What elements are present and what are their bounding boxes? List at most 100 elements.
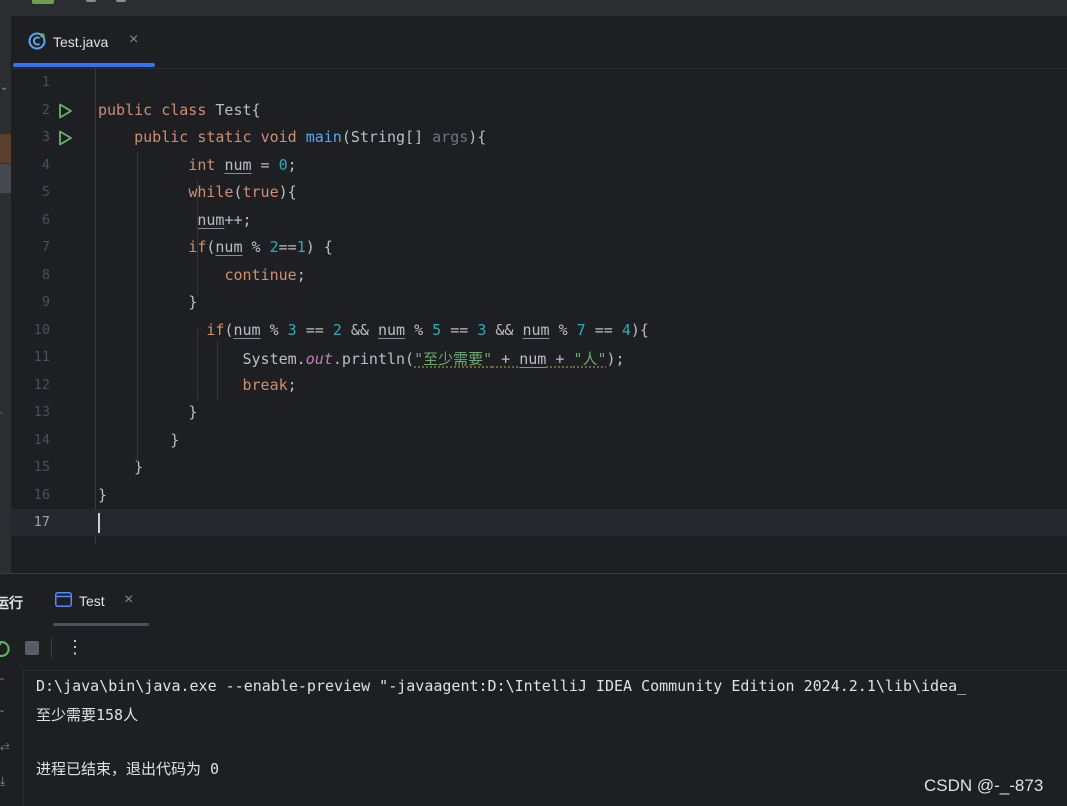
code-line[interactable]: 12 break; (11, 372, 1067, 399)
chevron-icon[interactable]: ⌄ (0, 82, 8, 93)
number: 4 (621, 320, 631, 339)
run-panel-title: 运行 (0, 595, 23, 611)
code-token: ( (233, 183, 243, 201)
code-token: = (251, 155, 279, 174)
code-line[interactable]: 3 public static void main(String[] args)… (11, 124, 1067, 151)
text-caret[interactable] (98, 513, 100, 533)
variable: num (197, 210, 225, 229)
code-text: } (98, 486, 107, 504)
tool-window-marker[interactable] (0, 164, 11, 193)
code-line[interactable]: 4 int num = 0; (11, 152, 1067, 179)
scroll-down-icon[interactable]: ˇ (0, 708, 4, 722)
code-text: } (98, 403, 197, 421)
code-line[interactable]: 8 continue; (11, 262, 1067, 289)
code-text: num++; (98, 210, 252, 229)
static-field: out (305, 350, 333, 368)
indent-guide (217, 341, 218, 399)
number: 0 (278, 155, 288, 174)
code-line[interactable]: 2 public class Test{ (11, 97, 1067, 124)
class-name: Test (215, 100, 252, 119)
code-token: == (585, 320, 622, 339)
code-editor[interactable]: 1 2 public class Test{ 3 public static void… (11, 69, 1067, 573)
console-output[interactable]: D:\java\bin\java.exe --enable-preview "-… (36, 670, 1067, 806)
tab-run-test[interactable]: Test × (40, 574, 150, 626)
code-line[interactable]: 16} (11, 482, 1067, 509)
keyword: static (197, 128, 252, 146)
code-token: } (98, 485, 108, 504)
run-tool-window: 运行 Test × ⋮ ˆ ˇ ⥄ ⤓ D:\java\bin\java.exe… (0, 573, 1067, 806)
soft-wrap-icon[interactable]: ⥄ (0, 738, 10, 753)
scroll-up-icon[interactable]: ˆ (0, 676, 4, 690)
run-gutter-icon[interactable] (57, 103, 73, 119)
code-token: ); (606, 350, 625, 368)
project-icon[interactable] (32, 0, 54, 4)
more-options-icon[interactable]: ⋮ (66, 637, 84, 658)
number: 3 (287, 320, 297, 339)
string-literal: "至少需要" (414, 350, 493, 368)
code-text: public class Test{ (98, 101, 261, 119)
code-line[interactable]: 17 (11, 509, 1067, 536)
stop-icon[interactable] (25, 641, 39, 655)
tool-glyph-icon[interactable]: ˋ (0, 412, 3, 423)
code-line[interactable]: 9 } (11, 289, 1067, 316)
variable: num (233, 320, 261, 339)
line-number: 4 (41, 156, 50, 173)
code-text: System.out.println("至少需要" + num + "人"); (98, 348, 625, 369)
tab-filename: Test.java (53, 34, 109, 50)
editor-tab-bar: Test.java × (11, 16, 1067, 69)
code-token: == (278, 238, 297, 256)
code-line[interactable]: 1 (11, 69, 1067, 96)
code-line[interactable]: 13 } (11, 399, 1067, 426)
number: 1 (296, 238, 306, 256)
code-text (98, 513, 100, 533)
console-line: 至少需要158人 (36, 706, 139, 724)
line-number: 3 (41, 129, 50, 145)
code-token: == (441, 320, 478, 339)
indent-guide (197, 179, 198, 297)
line-number: 11 (33, 349, 50, 365)
line-number: 6 (41, 211, 50, 228)
code-token: % (549, 320, 577, 339)
code-token: ){ (468, 128, 487, 146)
code-token: } (134, 458, 144, 476)
code-token: } (188, 403, 198, 421)
code-line[interactable]: 10 if(num % 3 == 2 && num % 5 == 3 && nu… (11, 317, 1067, 344)
close-icon[interactable]: × (129, 31, 138, 49)
rerun-icon[interactable] (0, 640, 10, 658)
code-token: ; (287, 155, 297, 174)
method-name: main (305, 128, 342, 146)
menu-glyph-icon (86, 0, 96, 2)
line-number: 2 (41, 101, 50, 118)
code-line[interactable]: 5 while(true){ (11, 179, 1067, 206)
number: 7 (576, 320, 586, 339)
java-class-icon (28, 32, 46, 50)
code-token: ) { (305, 238, 333, 256)
code-line[interactable]: 6 num++; (11, 207, 1067, 234)
code-line[interactable]: 14 } (11, 427, 1067, 454)
code-line[interactable]: 11 System.out.println("至少需要" + num + "人"… (11, 344, 1067, 371)
code-token: % (242, 238, 270, 256)
code-line[interactable]: 15 } (11, 454, 1067, 481)
code-line[interactable]: 7 if(num % 2==1) { (11, 234, 1067, 261)
title-bar (0, 0, 1067, 16)
line-number: 15 (33, 459, 50, 475)
keyword: int (188, 155, 216, 174)
run-gutter-icon[interactable] (57, 130, 73, 146)
code-token: ++; (224, 210, 252, 229)
code-text: if(num % 2==1) { (98, 238, 333, 256)
tab-test-java[interactable]: Test.java × (11, 16, 156, 68)
line-number: 7 (41, 239, 50, 255)
console-line: D:\java\bin\java.exe --enable-preview "-… (36, 677, 967, 695)
code-token: + (546, 350, 574, 368)
code-token: (String[] (341, 128, 433, 146)
keyword: continue (224, 265, 297, 284)
close-icon[interactable]: × (124, 591, 133, 609)
code-token: + (492, 350, 520, 368)
tool-window-marker[interactable] (0, 134, 11, 163)
variable: num (519, 350, 547, 368)
watermark: CSDN @-_-873 (924, 776, 1044, 795)
scroll-to-end-icon[interactable]: ⤓ (0, 774, 5, 789)
code-text: continue; (98, 265, 305, 284)
code-token: System. (242, 350, 306, 368)
keyword: void (260, 128, 297, 146)
